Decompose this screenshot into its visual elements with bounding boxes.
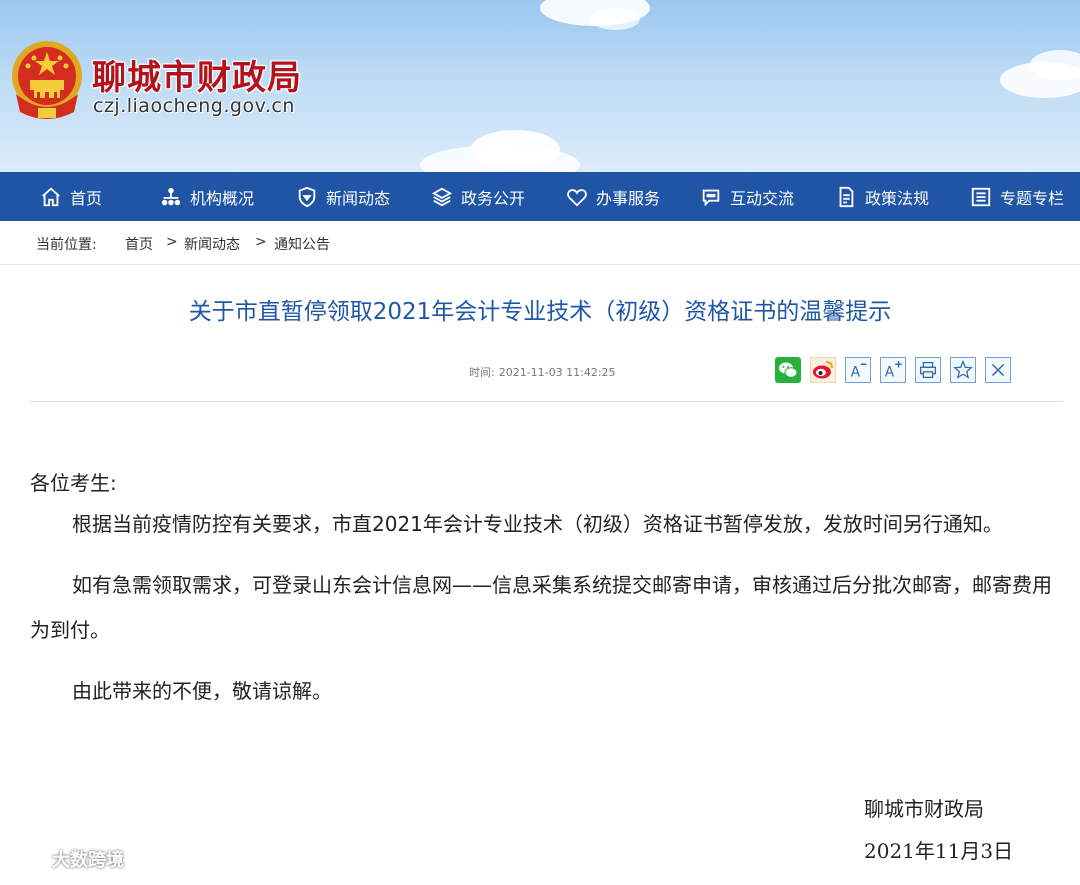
national-emblem-icon: [12, 41, 82, 119]
signature-date: 2021年11月3日: [864, 839, 1014, 863]
nav-item-label: 首页: [70, 188, 103, 208]
paragraph-1: 根据当前疫情防控有关要求，市直2021年会计专业技术（初级）资格证书暂停发放，发…: [72, 512, 1003, 536]
article-divider: [30, 401, 1063, 402]
nav-item-label: 专题专栏: [1000, 188, 1065, 208]
nav-item-policies[interactable]: 政策法规: [835, 172, 929, 221]
nav-item-government-affairs[interactable]: 政务公开: [431, 172, 525, 221]
publish-time-label: 时间:: [469, 366, 495, 379]
svg-text:A: A: [885, 364, 895, 380]
nav-item-label: 新闻动态: [326, 188, 391, 208]
nav-item-organization[interactable]: 机构概况: [160, 172, 254, 221]
svg-text:A: A: [851, 364, 861, 380]
breadcrumb-separator: >: [166, 234, 178, 250]
layers-icon: [431, 187, 453, 206]
article-title: 关于市直暂停领取2021年会计专业技术（初级）资格证书的温馨提示: [188, 299, 892, 325]
nav-item-label: 政策法规: [865, 188, 930, 208]
signature: 聊城市财政局: [864, 797, 984, 821]
publish-time: 时间: 2021-11-03 11:42:25: [469, 364, 616, 380]
nav-item-label: 互动交流: [730, 188, 795, 208]
breadcrumb-prefix: 当前位置:: [36, 237, 97, 253]
favorite-icon[interactable]: [950, 357, 976, 383]
main-nav: 首页 机构概况 新闻动态 政务公开 办事服务 互动交流 政策法规 专题专栏: [0, 172, 1080, 221]
list-icon: [971, 187, 991, 206]
nav-item-topics[interactable]: 专题专栏: [970, 172, 1064, 221]
nav-item-label: 政务公开: [461, 188, 526, 208]
font-increase-icon[interactable]: A: [880, 357, 906, 383]
weibo-icon[interactable]: [810, 357, 836, 383]
wechat-icon[interactable]: [775, 357, 801, 383]
nav-item-interaction[interactable]: 互动交流: [700, 172, 794, 221]
print-icon[interactable]: [915, 357, 941, 383]
watermark: 大数跨境: [6, 846, 124, 872]
close-icon[interactable]: [985, 357, 1011, 383]
site-domain: czj.liaocheng.gov.cn: [93, 95, 295, 117]
site-title: 聊城市财政局: [92, 58, 302, 98]
breadcrumb: 当前位置: 首页 > 新闻动态 > 通知公告: [0, 221, 1080, 265]
paragraph-3: 由此带来的不便，敬请谅解。: [72, 679, 332, 703]
nav-item-label: 机构概况: [190, 188, 255, 208]
font-decrease-icon[interactable]: A: [845, 357, 871, 383]
publish-time-value: 2021-11-03 11:42:25: [498, 366, 616, 379]
watermark-logo-icon: [7, 848, 50, 870]
watermark-text: 大数跨境: [52, 850, 124, 871]
breadcrumb-news-link[interactable]: 新闻动态: [184, 234, 240, 254]
org-chart-icon: [161, 187, 181, 205]
nav-item-label: 办事服务: [596, 188, 661, 208]
header-banner: 聊城市财政局 czj.liaocheng.gov.cn: [0, 0, 1080, 172]
greeting: 各位考生:: [30, 471, 117, 495]
breadcrumb-notices-link[interactable]: 通知公告: [274, 234, 330, 254]
nav-item-services[interactable]: 办事服务: [566, 172, 660, 221]
news-icon: [298, 186, 316, 207]
chat-icon: [702, 189, 720, 207]
breadcrumb-separator: >: [255, 234, 267, 250]
paragraph-2: 如有急需领取需求，可登录山东会计信息网——信息采集系统提交邮寄申请，审核通过后分…: [30, 573, 1052, 642]
document-icon: [839, 186, 854, 207]
nav-item-home[interactable]: 首页: [40, 172, 102, 221]
breadcrumb-home-link[interactable]: 首页: [125, 234, 153, 254]
nav-item-news[interactable]: 新闻动态: [296, 172, 390, 221]
heart-icon: [567, 188, 587, 207]
home-icon: [42, 187, 60, 206]
